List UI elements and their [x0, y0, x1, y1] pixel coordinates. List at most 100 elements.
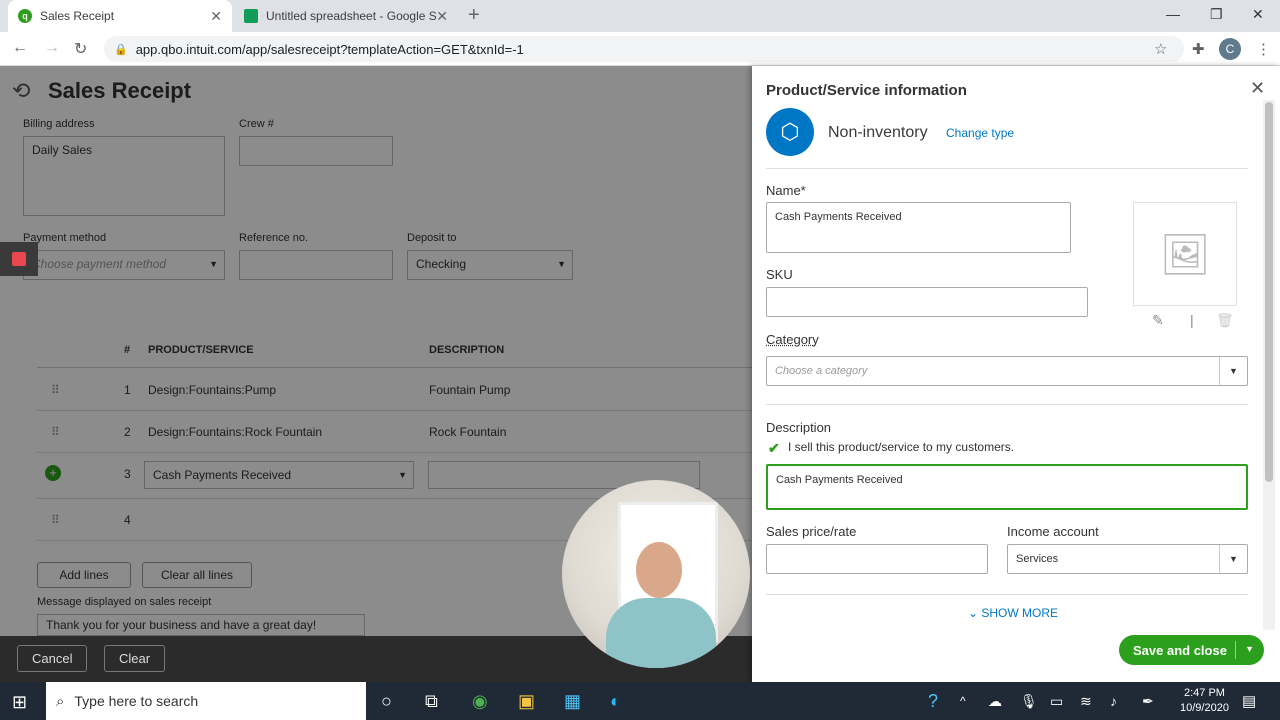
microphone-icon[interactable]: 🎙 [1020, 693, 1038, 710]
save-and-close-button[interactable]: Save and close ▼ [1119, 635, 1264, 665]
file-explorer-icon[interactable]: ▣ [518, 691, 535, 712]
cortana-icon[interactable]: ○ [381, 691, 392, 712]
edge-icon[interactable]: ◐ [610, 691, 621, 712]
payment-method-select[interactable]: Choose payment method ▼ [23, 250, 225, 280]
reload-icon[interactable]: ↻ [74, 39, 87, 59]
system-clock[interactable]: 2:47 PM 10/9/2020 [1180, 686, 1229, 716]
lock-icon: 🔒 [114, 43, 128, 56]
chevron-down-icon[interactable]: ▼ [1245, 644, 1254, 654]
show-more-link[interactable]: ⌄ SHOW MORE [968, 606, 1058, 620]
tab-spreadsheet[interactable]: Untitled spreadsheet - Google Sh ✕ [234, 0, 458, 32]
taskbar-search-placeholder: Type here to search [74, 693, 199, 709]
extensions-icon[interactable]: ✚ [1192, 40, 1205, 58]
star-icon[interactable]: ☆ [1154, 40, 1167, 58]
drag-handle-icon[interactable]: ⠿ [51, 383, 60, 397]
tab-sales-receipt[interactable]: q Sales Receipt ✕ [8, 0, 232, 32]
sales-price-field[interactable] [766, 544, 988, 574]
add-row-icon[interactable]: + [45, 465, 61, 481]
drag-handle-icon[interactable]: ⠿ [51, 513, 60, 527]
calculator-icon[interactable]: ▦ [564, 691, 581, 712]
clear-all-lines-button[interactable]: Clear all lines [142, 562, 252, 588]
window-close-icon[interactable]: ✕ [1252, 6, 1264, 23]
chrome-icon[interactable]: ◉ [472, 691, 488, 712]
trash-icon[interactable]: 🗑 [1216, 312, 1234, 329]
task-view-icon[interactable]: ⧉ [425, 691, 438, 712]
windows-start-icon[interactable]: ⊞ [12, 692, 27, 713]
row-description[interactable]: Fountain Pump [429, 383, 510, 397]
deposit-value: Checking [416, 257, 467, 271]
tab-title: Untitled spreadsheet - Google Sh [266, 9, 436, 23]
reference-field[interactable] [239, 250, 393, 280]
crew-field[interactable] [239, 136, 393, 166]
back-icon[interactable]: ← [12, 39, 28, 57]
deposit-select[interactable]: Checking ▼ [407, 250, 573, 280]
cancel-button[interactable]: Cancel [17, 645, 88, 672]
sell-checkbox-label: I sell this product/service to my custom… [788, 440, 1015, 454]
minimize-icon[interactable]: — [1166, 6, 1180, 22]
name-field[interactable]: Cash Payments Received [766, 202, 1071, 253]
income-account-select[interactable]: Services ▼ [1007, 544, 1248, 574]
sell-checkbox[interactable]: ✔ [768, 440, 780, 457]
close-icon[interactable]: ✕ [210, 8, 222, 25]
payment-method-placeholder: Choose payment method [32, 257, 167, 271]
reference-label: Reference no. [239, 232, 309, 244]
category-select[interactable]: Choose a category ▼ [766, 356, 1248, 386]
row-num: 4 [124, 513, 131, 527]
close-icon[interactable]: ✕ [1250, 78, 1265, 99]
forward-icon[interactable]: → [44, 39, 60, 57]
product-service-panel: Product/Service information ✕ ⬡ Non-inve… [752, 66, 1280, 682]
row-num: 1 [124, 383, 131, 397]
billing-address-label: Billing address [23, 118, 95, 130]
show-more-label: SHOW MORE [981, 606, 1059, 620]
drag-handle-icon[interactable]: ⠿ [51, 425, 60, 439]
quickbooks-icon: q [18, 9, 32, 23]
menu-icon[interactable]: ⋮ [1256, 40, 1271, 58]
search-icon: ⌕ [56, 692, 65, 710]
volume-icon[interactable]: ♪ [1110, 693, 1117, 709]
new-tab-icon[interactable]: + [468, 4, 480, 27]
scrollbar-thumb[interactable] [1265, 102, 1273, 482]
record-indicator[interactable] [0, 242, 38, 276]
sheets-icon [244, 9, 258, 23]
description-field[interactable]: Cash Payments Received [766, 464, 1248, 510]
change-type-link[interactable]: Change type [946, 126, 1014, 140]
maximize-icon[interactable]: ❐ [1210, 6, 1223, 23]
row-product-select[interactable]: Cash Payments Received ▼ [144, 461, 414, 489]
message-field[interactable]: Thank you for your business and have a g… [37, 614, 365, 636]
row-product[interactable]: Design:Fountains:Pump [148, 383, 276, 397]
taskbar-search-input[interactable]: ⌕ Type here to search [46, 682, 366, 720]
history-icon[interactable]: ⟲ [12, 78, 30, 104]
help-icon[interactable]: ? [928, 691, 938, 712]
crew-label: Crew # [239, 118, 274, 130]
url-input[interactable]: 🔒 app.qbo.intuit.com/app/salesreceipt?te… [104, 36, 1184, 62]
close-icon[interactable]: ✕ [436, 8, 448, 25]
wifi-icon[interactable]: ≋ [1080, 693, 1092, 710]
chevron-down-icon: ▼ [1219, 357, 1247, 385]
image-placeholder-icon[interactable]: 🖼 [1133, 202, 1237, 306]
billing-address-field[interactable]: Daily Sales [23, 136, 225, 216]
pen-icon[interactable]: ✒ [1142, 693, 1154, 710]
divider [766, 404, 1248, 405]
table-row[interactable]: ⠿ 2 Design:Fountains:Rock Fountain Rock … [37, 411, 752, 453]
notifications-icon[interactable]: ▤ [1242, 692, 1256, 710]
pencil-icon[interactable]: ✎ [1152, 312, 1164, 329]
deposit-label: Deposit to [407, 232, 457, 244]
col-header-description: DESCRIPTION [429, 344, 505, 356]
description-label: Description [766, 420, 832, 435]
cloud-icon[interactable]: ☁ [988, 693, 1002, 710]
battery-icon[interactable]: ▭ [1050, 693, 1063, 710]
clock-date: 10/9/2020 [1180, 702, 1229, 714]
clear-button[interactable]: Clear [104, 645, 166, 672]
chevron-down-icon: ▼ [209, 259, 218, 269]
row-description[interactable]: Rock Fountain [429, 425, 506, 439]
avatar[interactable]: C [1219, 38, 1241, 60]
col-header-num: # [124, 344, 131, 356]
table-row[interactable]: ⠿ 1 Design:Fountains:Pump Fountain Pump [37, 369, 752, 411]
chevron-up-icon[interactable]: ^ [960, 694, 966, 708]
message-label: Message displayed on sales receipt [37, 596, 212, 608]
chevron-down-icon: ▼ [557, 259, 566, 269]
add-lines-button[interactable]: Add lines [37, 562, 131, 588]
sku-field[interactable] [766, 287, 1088, 317]
panel-scrollbar[interactable] [1263, 100, 1275, 630]
row-product[interactable]: Design:Fountains:Rock Fountain [148, 425, 322, 439]
